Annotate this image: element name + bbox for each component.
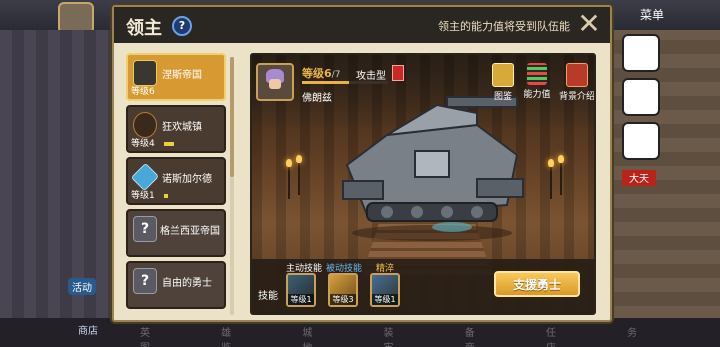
close-icon[interactable]: ✕ [576,10,602,38]
active-skill-slot[interactable]: 等级1 [286,273,316,307]
question-icon: ? [133,268,157,294]
list-scrollbar-thumb[interactable] [230,57,234,177]
castle-wall-left [0,30,110,320]
lord-item-grancia-empire[interactable]: ? 格兰西亚帝国 [126,209,226,257]
header-note: 领主的能力值将受到队伍能 [438,20,570,33]
lord-item-free-warrior[interactable]: ? 自由的勇士 [126,261,226,309]
background-button[interactable]: 背景介绍 [558,63,594,102]
shield-icon [133,60,157,86]
gift-icon[interactable] [622,122,660,160]
chat-icon[interactable] [622,34,660,72]
lord-name: 格兰西亚帝国 [160,226,220,237]
bottom-nav-tabs: 英 雄 城 装 备 任 务 图 鉴 地 牢 商 店 [140,328,672,347]
activity-button[interactable]: 活动 [68,278,96,295]
lord-character-name: 佛朗兹 [302,93,332,104]
skill-level: 等级3 [330,294,356,305]
lord-name: 狂欢城镇 [162,122,202,133]
lord-level: 等级6 [131,87,155,97]
lord-portrait [256,63,294,101]
lord-name: 自由的勇士 [162,278,212,289]
event-tag[interactable]: 大天 [622,170,656,186]
lord-item-northgard[interactable]: 诺斯加尔德 等级1 [126,157,226,205]
lord-progress [164,142,174,146]
lord-progress [164,194,168,198]
menu-button[interactable]: 菜单 [640,6,664,23]
passive-skill-slot[interactable]: 等级3 [328,273,358,307]
stats-button[interactable]: 能力值 [522,63,552,100]
lord-type: 攻击型 [356,71,386,82]
skill-level: 等级1 [288,294,314,305]
lord-level-text: 等级6/7 [302,67,341,80]
shop-button[interactable]: 商店 [78,322,98,337]
mech-tank-sprite [342,96,524,241]
stats-icon [527,63,547,85]
book-icon [492,63,514,87]
support-warrior-button[interactable]: 支援勇士 [494,271,580,297]
lord-name: 涅斯帝国 [162,70,202,81]
candelabra-icon [554,155,568,195]
lord-name: 诺斯加尔德 [162,174,212,185]
help-icon[interactable]: ? [172,16,192,36]
lord-detail-panel: 等级6/7 攻击型 佛朗兹 图鉴 能力值 背景介绍 主动技能 被动技能 精淬 技… [250,53,596,315]
dialog-title: 领主 [126,18,162,39]
codex-button[interactable]: 图鉴 [488,63,518,102]
skills-label: 技能 [258,291,278,302]
question-icon: ? [133,216,157,242]
level-progress-fill [302,81,350,84]
scroll-icon [566,63,588,87]
dialog-header: 领主 ? 领主的能力值将受到队伍能 ✕ [114,7,610,43]
lord-level: 等级1 [131,191,155,201]
crystal-icon [130,162,160,192]
lord-dialog: 领主 ? 领主的能力值将受到队伍能 ✕ 涅斯帝国 等级6 狂欢城镇 等级4 诺斯… [112,5,612,322]
skill-level: 等级1 [372,294,398,305]
attack-type-icon [392,65,404,81]
refine-skill-slot[interactable]: 等级1 [370,273,400,307]
lord-item-carnival-town[interactable]: 狂欢城镇 等级4 [126,105,226,153]
lord-item-nes-empire[interactable]: 涅斯帝国 等级6 [126,53,226,101]
jester-icon [133,112,157,138]
candelabra-icon [292,155,306,195]
skills-bar: 主动技能 被动技能 精淬 技能 等级1 等级3 等级1 支援勇士 [252,259,594,313]
lord-level: 等级4 [131,139,155,149]
lord-list: 涅斯帝国 等级6 狂欢城镇 等级4 诺斯加尔德 等级1 ? 格兰西亚帝国 ? 自… [126,53,240,319]
question-icon[interactable] [622,78,660,116]
